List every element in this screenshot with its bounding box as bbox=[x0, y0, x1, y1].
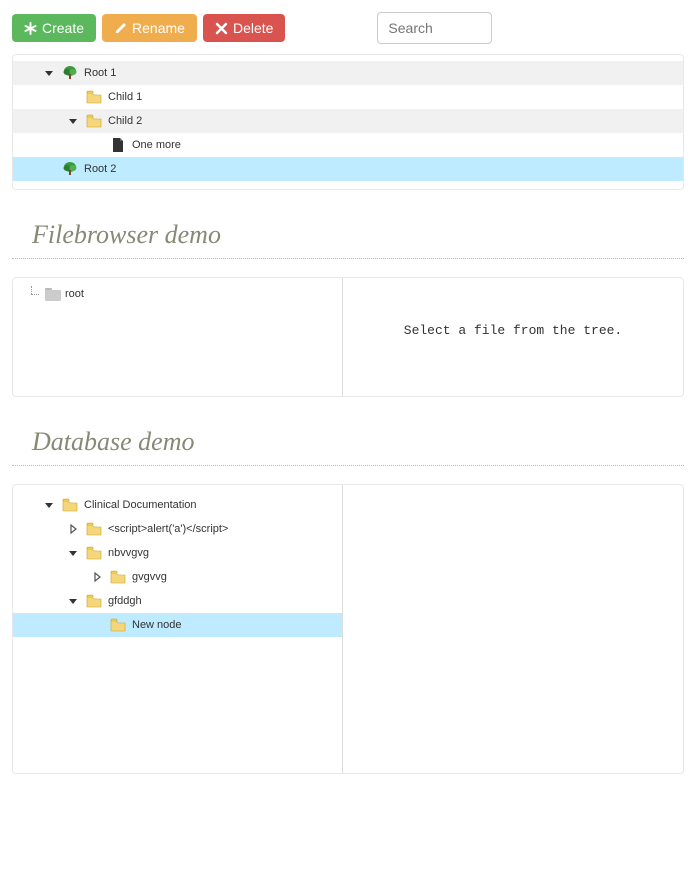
toggle-icon[interactable] bbox=[85, 565, 109, 589]
asterisk-icon bbox=[24, 22, 37, 35]
node-label: Child 2 bbox=[107, 115, 142, 127]
db-node-nbvvgvg[interactable]: nbvvgvg bbox=[13, 541, 342, 565]
database-tree: Clinical Documentation <script>alert('a'… bbox=[13, 485, 343, 773]
pencil-icon bbox=[114, 22, 127, 35]
toggle-icon[interactable] bbox=[61, 541, 85, 565]
node-label: Clinical Documentation bbox=[83, 499, 197, 511]
node-label: root bbox=[65, 288, 84, 300]
tree-panel: Root 1 Child 1 Child 2 One more Root 2 bbox=[12, 54, 684, 190]
toolbar: Create Rename Delete bbox=[12, 12, 684, 44]
node-label: gfddgh bbox=[107, 595, 142, 607]
filebrowser-tree: root bbox=[13, 278, 343, 396]
database-title: Database demo bbox=[32, 427, 684, 457]
toggle-icon[interactable] bbox=[61, 517, 85, 541]
database-content bbox=[343, 485, 683, 773]
filebrowser-panel: root Select a file from the tree. bbox=[12, 277, 684, 397]
tree-node-onemore[interactable]: One more bbox=[13, 133, 683, 157]
node-label: Child 1 bbox=[107, 91, 142, 103]
toggle-icon[interactable] bbox=[61, 589, 85, 613]
tree-node-root2[interactable]: Root 2 bbox=[13, 157, 683, 181]
divider bbox=[12, 465, 684, 466]
node-label: Root 2 bbox=[83, 163, 116, 175]
tree: Root 1 Child 1 Child 2 One more Root 2 bbox=[13, 55, 683, 181]
tree-node-child2[interactable]: Child 2 bbox=[13, 109, 683, 133]
divider bbox=[12, 258, 684, 259]
folder-icon bbox=[85, 544, 103, 562]
db-node-script[interactable]: <script>alert('a')</script> bbox=[13, 517, 342, 541]
search-input[interactable] bbox=[377, 12, 492, 44]
node-label: gvgvvg bbox=[131, 571, 167, 583]
create-label: Create bbox=[42, 20, 84, 36]
folder-icon bbox=[61, 496, 79, 514]
folder-icon bbox=[109, 568, 127, 586]
x-icon bbox=[215, 22, 228, 35]
filebrowser-root-node[interactable]: root bbox=[15, 286, 340, 302]
toggle-icon[interactable] bbox=[37, 493, 61, 517]
filebrowser-title: Filebrowser demo bbox=[32, 220, 684, 250]
folder-icon bbox=[85, 112, 103, 130]
delete-label: Delete bbox=[233, 20, 273, 36]
delete-button[interactable]: Delete bbox=[203, 14, 285, 42]
create-button[interactable]: Create bbox=[12, 14, 96, 42]
file-icon bbox=[109, 136, 127, 154]
db-node-gvgvvg[interactable]: gvgvvg bbox=[13, 565, 342, 589]
tree-root-icon bbox=[61, 64, 79, 82]
folder-icon bbox=[85, 520, 103, 538]
node-label: New node bbox=[131, 619, 182, 631]
node-label: Root 1 bbox=[83, 67, 116, 79]
filebrowser-placeholder: Select a file from the tree. bbox=[404, 323, 622, 338]
folder-icon bbox=[109, 616, 127, 634]
node-label: One more bbox=[131, 139, 181, 151]
toggle-icon[interactable] bbox=[61, 109, 85, 133]
database-panel: Clinical Documentation <script>alert('a'… bbox=[12, 484, 684, 774]
tree-node-child1[interactable]: Child 1 bbox=[13, 85, 683, 109]
db-node-gfddgh[interactable]: gfddgh bbox=[13, 589, 342, 613]
folder-icon bbox=[85, 88, 103, 106]
db-node-clinical[interactable]: Clinical Documentation bbox=[13, 493, 342, 517]
node-label: nbvvgvg bbox=[107, 547, 149, 559]
tree-node-root1[interactable]: Root 1 bbox=[13, 61, 683, 85]
db-node-newnode[interactable]: New node bbox=[13, 613, 342, 637]
node-label: <script>alert('a')</script> bbox=[107, 523, 228, 535]
filebrowser-content: Select a file from the tree. bbox=[343, 278, 683, 396]
tree-root-icon bbox=[61, 160, 79, 178]
folder-icon bbox=[85, 592, 103, 610]
rename-button[interactable]: Rename bbox=[102, 14, 197, 42]
tree-connector-icon bbox=[25, 286, 41, 302]
folder-grey-icon bbox=[45, 288, 61, 301]
toggle-icon[interactable] bbox=[37, 61, 61, 85]
rename-label: Rename bbox=[132, 20, 185, 36]
